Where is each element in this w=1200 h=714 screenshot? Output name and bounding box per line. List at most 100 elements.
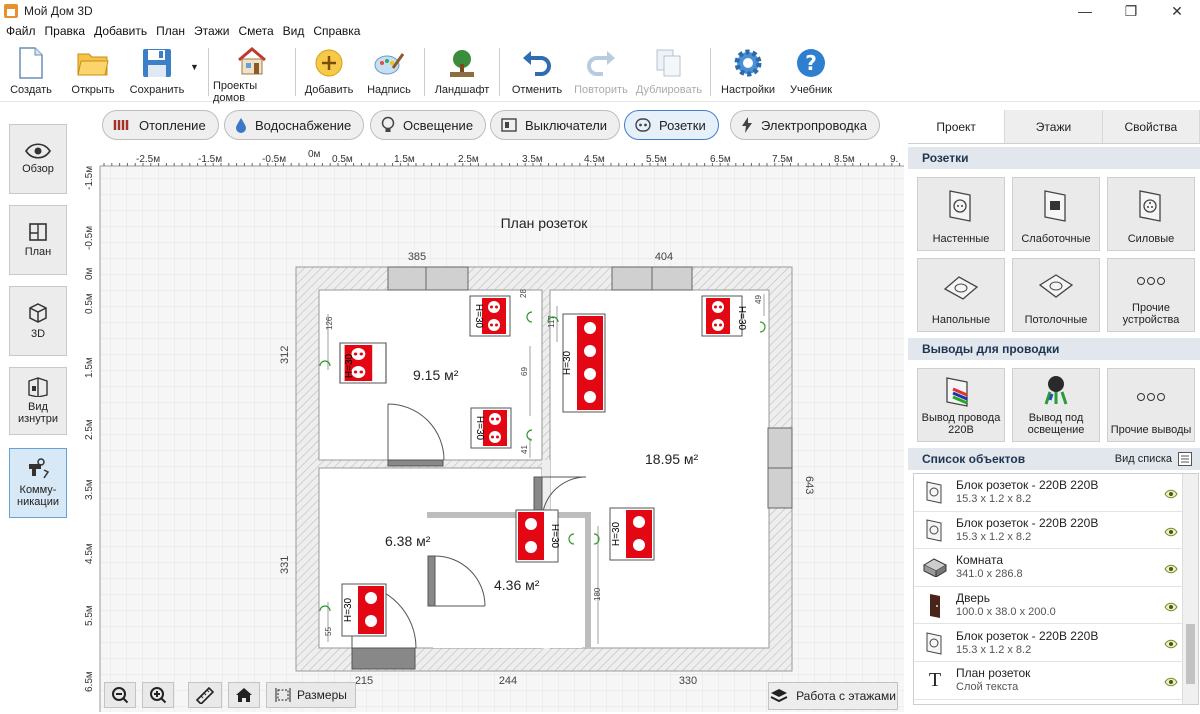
create-button[interactable]: Создать xyxy=(0,40,62,100)
svg-text:?: ? xyxy=(805,51,817,75)
floor-socket-tile[interactable]: Напольные xyxy=(917,258,1005,332)
visibility-eye-icon[interactable] xyxy=(1164,638,1178,652)
menu-view[interactable]: Вид xyxy=(283,24,305,38)
inside-view-button[interactable]: Вид изнутри xyxy=(9,367,67,435)
switches-category-button[interactable]: Выключатели xyxy=(490,110,621,140)
socket-height-label: H=30 xyxy=(549,524,560,549)
ceiling-socket-icon xyxy=(1038,273,1074,298)
sockets-category-button[interactable]: Розетки xyxy=(624,110,719,140)
water-category-button[interactable]: Водоснабжение xyxy=(224,110,365,140)
socket-height-label: H=30 xyxy=(343,597,354,622)
visibility-eye-icon[interactable] xyxy=(1164,526,1178,540)
sockets-section-header: Розетки xyxy=(908,147,1200,169)
socket-height-label: H=30 xyxy=(344,353,355,378)
plan-title[interactable]: План розеток xyxy=(501,215,589,231)
toolbar-separator xyxy=(424,48,425,96)
save-dropdown-icon[interactable]: ▼ xyxy=(190,40,204,72)
svg-text:49: 49 xyxy=(754,295,763,304)
menu-estimate[interactable]: Смета xyxy=(238,24,273,38)
other-outlets-tile[interactable]: Прочие выводы xyxy=(1107,368,1195,442)
3d-view-button[interactable]: 3D xyxy=(9,286,67,356)
water-drop-icon xyxy=(235,117,247,133)
svg-text:404: 404 xyxy=(655,251,673,263)
communications-button[interactable]: Комму- никации xyxy=(9,448,67,518)
radiator-icon xyxy=(113,118,131,132)
wiring-category-button[interactable]: Электропроводка xyxy=(730,110,880,140)
svg-text:H=30: H=30 xyxy=(473,304,484,329)
tutorial-button[interactable]: ? Учебник xyxy=(781,40,841,100)
settings-button[interactable]: Настройки xyxy=(715,40,781,100)
menu-floors[interactable]: Этажи xyxy=(194,24,229,38)
duplicate-button[interactable]: Дублировать xyxy=(632,40,706,100)
ceiling-socket-tile[interactable]: Потолочные xyxy=(1012,258,1100,332)
list-item[interactable]: Блок розеток - 220В 220В 15.3 x 1.2 x 8.2 xyxy=(914,474,1198,512)
object-list[interactable]: Блок розеток - 220В 220В 15.3 x 1.2 x 8.2… xyxy=(913,473,1199,705)
list-item[interactable]: Блок розеток - 220В 220В 15.3 x 1.2 x 8.2 xyxy=(914,624,1198,662)
open-button[interactable]: Открыть xyxy=(62,40,124,100)
zoom-in-button[interactable] xyxy=(142,682,174,708)
zoom-out-button[interactable] xyxy=(104,682,136,708)
layers-icon xyxy=(770,689,788,703)
floors-work-button[interactable]: Работа с этажами xyxy=(768,682,898,710)
light-bulb-icon xyxy=(381,116,395,134)
overview-button[interactable]: Обзор xyxy=(9,124,67,194)
redo-button[interactable]: Повторить xyxy=(570,40,632,100)
floppy-disk-icon xyxy=(140,46,174,80)
tab-floors[interactable]: Этажи xyxy=(1005,110,1103,143)
home-view-button[interactable] xyxy=(228,682,260,708)
low-current-socket-tile[interactable]: Слаботочные xyxy=(1012,177,1100,251)
room-area-1: 9.15 м² xyxy=(413,367,459,383)
ruler-top-label: 0м xyxy=(308,149,321,160)
save-button[interactable]: Сохранить xyxy=(124,40,190,100)
undo-button[interactable]: Отменить xyxy=(504,40,570,100)
plus-icon xyxy=(312,46,346,80)
lighting-outlet-tile[interactable]: Вывод под освещение xyxy=(1012,368,1100,442)
list-view-toggle[interactable]: Вид списка xyxy=(1115,452,1192,466)
minimize-button[interactable]: — xyxy=(1062,0,1108,22)
ruler-left-label: 6.5м xyxy=(84,671,95,692)
floor-plan-drawing[interactable]: -2.5м -1.5м -0.5м 0м 0.5м 1.5м 2.5м 3.5м 4.5м 5.5… xyxy=(78,146,904,712)
menu-edit[interactable]: Правка xyxy=(45,24,86,38)
other-devices-tile[interactable]: Прочие устройства xyxy=(1107,258,1195,332)
zoom-out-icon xyxy=(112,687,129,704)
menu-file[interactable]: Файл xyxy=(6,24,36,38)
ruler-top-label: 6.5м xyxy=(710,154,731,165)
plan-view-button[interactable]: План xyxy=(9,205,67,275)
heating-category-button[interactable]: Отопление xyxy=(102,110,219,140)
visibility-eye-icon[interactable] xyxy=(1164,563,1178,577)
wall-socket-tile[interactable]: Настенные xyxy=(917,177,1005,251)
close-button[interactable]: ✕ xyxy=(1154,0,1200,22)
socket-height-label: H=30 xyxy=(562,350,573,375)
wire-outlet-220-tile[interactable]: Вывод провода 220В xyxy=(917,368,1005,442)
maximize-button[interactable]: ❐ xyxy=(1108,0,1154,22)
lighting-category-button[interactable]: Освещение xyxy=(370,110,487,140)
menu-help[interactable]: Справка xyxy=(313,24,360,38)
list-item[interactable]: Дверь 100.0 x 38.0 x 200.0 xyxy=(914,587,1198,625)
list-item[interactable]: T План розеток Слой текста xyxy=(914,662,1198,700)
label-button[interactable]: Надпись xyxy=(358,40,420,100)
socket-icon xyxy=(635,118,651,132)
ruler-top-label: 9. xyxy=(890,154,898,165)
house-projects-button[interactable]: Проекты домов xyxy=(213,40,291,104)
plan-canvas[interactable]: -2.5м -1.5м -0.5м 0м 0.5м 1.5м 2.5м 3.5м 4.5м 5.5… xyxy=(78,146,904,712)
list-item[interactable]: Блок розеток - 220В 220В 15.3 x 1.2 x 8.2 xyxy=(914,512,1198,550)
tab-properties[interactable]: Свойства xyxy=(1102,110,1200,143)
tab-project[interactable]: Проект xyxy=(908,110,1006,143)
visibility-eye-icon[interactable] xyxy=(1164,601,1178,615)
add-button[interactable]: Добавить xyxy=(300,40,358,100)
visibility-eye-icon[interactable] xyxy=(1164,676,1178,690)
landscape-button[interactable]: Ландшафт xyxy=(429,40,495,100)
list-item[interactable]: Комната 341.0 x 286.8 xyxy=(914,549,1198,587)
menu-add[interactable]: Добавить xyxy=(94,24,147,38)
menu-plan[interactable]: План xyxy=(156,24,185,38)
ruler-left-label: -0.5м xyxy=(84,226,95,250)
visibility-eye-icon[interactable] xyxy=(1164,488,1178,502)
power-socket-tile[interactable]: Силовые xyxy=(1107,177,1195,251)
ruler-top-label: 3.5м xyxy=(522,154,543,165)
wire-outlet-icon xyxy=(946,376,968,407)
measure-button[interactable] xyxy=(188,682,222,708)
zoom-in-icon xyxy=(150,687,167,704)
sizes-button[interactable]: Размеры xyxy=(266,682,356,708)
object-list-scrollbar[interactable] xyxy=(1182,474,1198,704)
scrollbar-thumb[interactable] xyxy=(1186,624,1195,684)
